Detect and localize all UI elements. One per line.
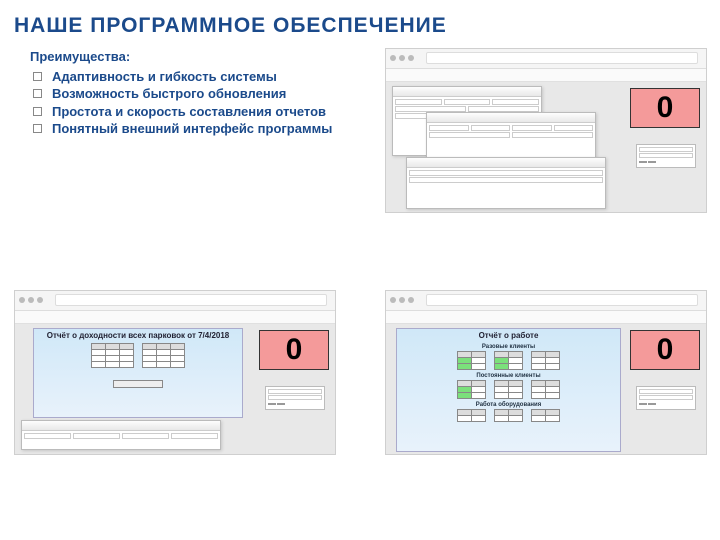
zero-badge: 0 (259, 330, 329, 370)
screenshot-bottom-left: 0 Отчёт о доходности всех парковок от 7/… (14, 290, 336, 455)
screenshot-top-right: 0 (385, 48, 707, 213)
address-bar (426, 52, 698, 64)
report-button (113, 380, 163, 388)
report-table (531, 351, 560, 370)
advantage-item: Возможность быстрого обновления (30, 85, 360, 103)
address-bar (55, 294, 327, 306)
advantage-item: Простота и скорость составления отчетов (30, 103, 360, 121)
report-table (494, 380, 523, 399)
app-window (406, 157, 606, 209)
browser-chrome (386, 49, 706, 69)
report-table (531, 380, 560, 399)
report-table (91, 343, 134, 368)
dialog-button (277, 403, 285, 405)
browser-toolbar (386, 69, 706, 82)
browser-chrome (386, 291, 706, 311)
browser-toolbar (15, 311, 335, 324)
zero-badge: 0 (630, 88, 700, 128)
zero-badge: 0 (630, 330, 700, 370)
dialog-box (265, 386, 325, 410)
dialog-button (268, 403, 276, 405)
browser-toolbar (386, 311, 706, 324)
dialog-button (648, 161, 656, 163)
advantages-list: Адаптивность и гибкость системы Возможно… (30, 68, 360, 138)
report-table (494, 409, 523, 422)
screenshot-bottom-right: 0 Отчёт о работе Разовые клиенты Постоян… (385, 290, 707, 455)
dialog-box (636, 386, 696, 410)
advantage-item: Понятный внешний интерфейс программы (30, 120, 360, 138)
report-table (531, 409, 560, 422)
report-title: Отчёт о работе (397, 329, 620, 342)
report-table (494, 351, 523, 370)
dialog-button (639, 161, 647, 163)
browser-chrome (15, 291, 335, 311)
advantages-block: Преимущества: Адаптивность и гибкость си… (30, 48, 360, 138)
report-table (142, 343, 185, 368)
report-title: Отчёт о доходности всех парковок от 7/4/… (34, 329, 242, 342)
report-table (457, 409, 486, 422)
app-window (21, 420, 221, 450)
advantages-heading: Преимущества: (30, 48, 360, 66)
report-table (457, 380, 486, 399)
report-pane: Отчёт о доходности всех парковок от 7/4/… (33, 328, 243, 418)
dialog-box (636, 144, 696, 168)
report-pane: Отчёт о работе Разовые клиенты Постоянны… (396, 328, 621, 452)
dialog-button (639, 403, 647, 405)
page-title: НАШЕ ПРОГРАММНОЕ ОБЕСПЕЧЕНИЕ (14, 14, 447, 38)
advantage-item: Адаптивность и гибкость системы (30, 68, 360, 86)
report-table (457, 351, 486, 370)
dialog-button (648, 403, 656, 405)
address-bar (426, 294, 698, 306)
